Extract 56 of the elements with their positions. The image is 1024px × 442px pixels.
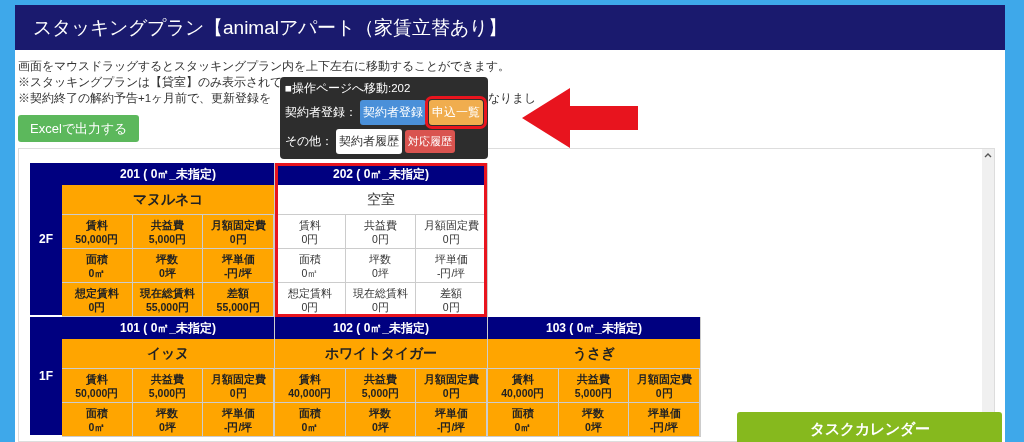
room-card[interactable]: 102 ( 0㎡_未指定) ホワイトタイガー 賃料 40,000円 共益費 5,000円 月額固定費 0円 面積 0㎡ 坪数 0坪 坪単価 -円/坪 [275,317,488,437]
table-cell: 坪数 0坪 [132,249,204,283]
scroll-up-icon[interactable] [984,153,992,158]
room-card[interactable]: 202 ( 0㎡_未指定) 空室 賃料 0円 共益費 0円 月額固定費 0円 面積 0㎡ 坪数 0坪 坪単価 -円/坪 想定賃料 0円 現在総賃料 0円 差額 0円 [275,163,488,317]
table-cell: 共益費 0円 [345,215,417,249]
table-cell: 賃料 50,000円 [62,215,133,249]
table-cell: 坪数 0坪 [345,249,417,283]
table-cell: 賃料 40,000円 [275,369,346,403]
notice-text: なりまし [488,91,537,106]
action-button[interactable]: 契約者履歴 [336,129,402,154]
table-cell: 月額固定費 0円 [416,215,487,249]
table-cell: 賃料 40,000円 [488,369,559,403]
occupant-name: うさぎ [488,339,700,369]
table-cell: 賃料 0円 [275,215,346,249]
notice-text: ※契約終了の解約予告+1ヶ月前で、更新登録を [18,91,272,106]
room-header: 101 ( 0㎡_未指定) [62,317,274,339]
action-button[interactable]: 対応履歴 [405,130,455,153]
room-card[interactable]: 101 ( 0㎡_未指定) イッヌ 賃料 50,000円 共益費 5,000円 月額固定費 0円 面積 0㎡ 坪数 0坪 坪単価 -円/坪 [62,317,275,437]
table-cell: 面積 0㎡ [62,403,133,437]
table-cell: 坪数 0坪 [345,403,417,437]
table-cell: 賃料 50,000円 [62,369,133,403]
table-cell: 坪数 0坪 [558,403,630,437]
page-title: スタッキングプラン【animalアパート（家賃立替あり】 [15,5,1005,50]
room-card[interactable]: 201 ( 0㎡_未指定) マヌルネコ 賃料 50,000円 共益費 5,000円 月額固定費 0円 面積 0㎡ 坪数 0坪 坪単価 -円/坪 想定賃料 0円 現在総賃料 55,000円 差額 55,000円 [62,163,275,317]
table-cell: 坪単価 -円/坪 [416,249,487,283]
table-cell: 月額固定費 0円 [203,215,274,249]
table-cell: 月額固定費 0円 [203,369,274,403]
table-cell: 共益費 5,000円 [345,369,417,403]
floor-label: 1F [30,317,62,437]
table-cell: 坪単価 -円/坪 [629,403,700,437]
popup-label: その他： [285,134,333,149]
room-card[interactable]: 103 ( 0㎡_未指定) うさぎ 賃料 40,000円 共益費 5,000円 月額固定費 0円 面積 0㎡ 坪数 0坪 坪単価 -円/坪 [488,317,701,437]
floor-label: 2F [30,163,62,317]
occupant-name: マヌルネコ [62,185,274,215]
occupant-name: イッヌ [62,339,274,369]
table-cell: 共益費 5,000円 [132,215,204,249]
table-cell: 共益費 5,000円 [132,369,204,403]
table-cell: 坪単価 -円/坪 [203,403,274,437]
room-header: 103 ( 0㎡_未指定) [488,317,700,339]
table-cell: 月額固定費 0円 [629,369,700,403]
instruction-text: 画面をマウスドラッグするとスタッキングプラン内を上下左右に移動することができます。 [18,59,511,74]
occupant-name: 空室 [275,185,487,215]
room-header: 201 ( 0㎡_未指定) [62,163,274,185]
table-cell: 面積 0㎡ [62,249,133,283]
table-cell: 面積 0㎡ [488,403,559,437]
table-cell: 共益費 5,000円 [558,369,630,403]
table-cell: 坪単価 -円/坪 [203,249,274,283]
room-header: 102 ( 0㎡_未指定) [275,317,487,339]
popup-label: 契約者登録： [285,105,357,120]
table-cell: 坪単価 -円/坪 [416,403,487,437]
occupant-name: ホワイトタイガー [275,339,487,369]
table-cell: 坪数 0坪 [132,403,204,437]
popup-title: ■操作ページへ移動:202 [285,81,412,96]
table-cell: 月額固定費 0円 [416,369,487,403]
table-cell: 面積 0㎡ [275,403,346,437]
table-cell: 面積 0㎡ [275,249,346,283]
